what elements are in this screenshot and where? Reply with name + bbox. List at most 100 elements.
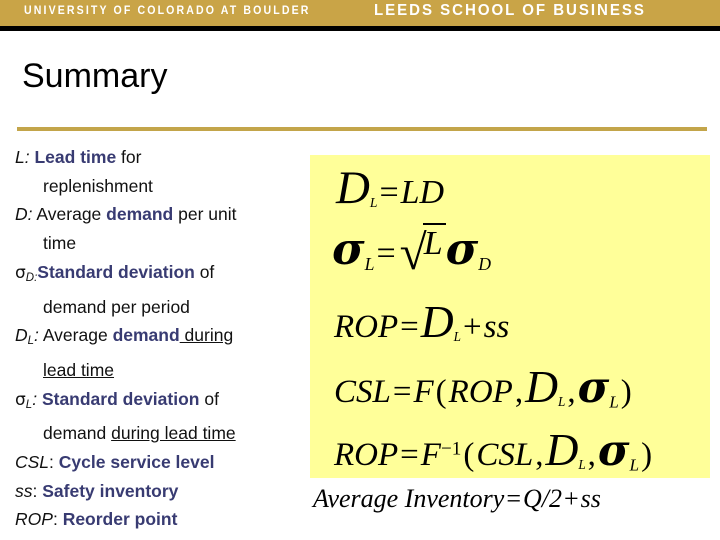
definition-colon: : xyxy=(32,480,38,501)
definition-underlined-text: during lead time xyxy=(111,423,236,444)
formula-var: D xyxy=(525,361,558,412)
definition-item-sigma-d-cont: demand per period xyxy=(15,293,315,322)
definition-item-ss: ss: Safety inventory xyxy=(15,477,315,506)
title-divider-rule xyxy=(17,127,707,131)
formula-reorder-point-inverse: ROP=F−1(CSL,DL,σL) xyxy=(334,423,654,476)
definition-keyword: Cycle service level xyxy=(58,452,215,473)
definition-symbol: L xyxy=(15,147,25,167)
definition-item-csl: CSL: Cycle service level xyxy=(15,448,315,477)
formula-sigma: σ xyxy=(597,426,630,476)
definition-text: demand per period xyxy=(43,296,190,317)
formula-function: F xyxy=(420,437,441,473)
definition-symbol: CSL xyxy=(15,452,50,473)
formula-comma: , xyxy=(535,437,544,473)
definition-item-demand-cont: time xyxy=(15,229,315,258)
definition-underlined-text: during xyxy=(179,325,234,346)
formula-reorder-point: ROP=DL+ss xyxy=(334,295,509,348)
definition-item-demand: D: Average demand per unit xyxy=(15,200,315,229)
formula-subscript: L xyxy=(453,328,462,344)
formula-equals: = xyxy=(400,309,419,345)
formula-sigma-lead-time: σL=√LσD xyxy=(332,222,491,281)
formula-panel: DL=LD σL=√LσD ROP=DL+ss CSL=F(ROP,DL,σL)… xyxy=(310,155,710,478)
definition-item-lead-time: L: Lead time for xyxy=(15,143,315,172)
definition-text: per unit xyxy=(173,204,237,225)
radicand: L xyxy=(422,222,446,263)
definition-text: demand xyxy=(43,423,112,444)
definition-keyword: demand xyxy=(106,204,174,225)
formula-plus: + xyxy=(463,309,482,345)
definition-text: replenishment xyxy=(43,175,153,196)
formula-arg: ROP xyxy=(448,374,513,410)
definition-item-sigma-l: σL: Standard deviation of xyxy=(15,385,315,420)
formula-sigma: σ xyxy=(577,363,610,413)
sigma-symbol: σ xyxy=(15,262,26,283)
formula-comma: , xyxy=(587,437,596,473)
formula-tail: ss xyxy=(483,309,510,345)
formula-arg: CSL xyxy=(476,437,534,473)
formula-equals: = xyxy=(506,484,521,513)
definition-symbol: D xyxy=(15,325,28,346)
definition-item-demand-lead: DL: Average demand during xyxy=(15,321,315,356)
definition-subscript: D xyxy=(25,271,35,284)
definition-colon: : xyxy=(24,147,30,167)
formula-open-paren: ( xyxy=(463,437,475,473)
formula-subscript: L xyxy=(609,392,619,412)
formula-lhs: CSL xyxy=(334,374,391,410)
definition-colon: : xyxy=(49,452,54,473)
formula-equals: = xyxy=(379,174,399,211)
sigma-symbol: σ xyxy=(15,389,26,410)
formula-cycle-service-level: CSL=F(ROP,DL,σL) xyxy=(334,360,634,413)
formula-function: F xyxy=(413,374,434,410)
definition-list: L: Lead time for replenishment D: Averag… xyxy=(15,143,315,534)
formula-tail: ss xyxy=(580,484,601,513)
definition-symbol: ROP xyxy=(15,509,53,530)
formula-rhs: LD xyxy=(400,174,445,211)
formula-close-paren: ) xyxy=(620,374,632,410)
banner-university-text: UNIVERSITY OF COLORADO AT BOULDER xyxy=(24,5,311,17)
formula-subscript: D xyxy=(478,253,491,274)
definition-keyword: Standard deviation xyxy=(37,261,195,282)
definition-symbol: D xyxy=(15,204,28,225)
formula-sigma: σ xyxy=(445,223,479,275)
definition-keyword: Safety inventory xyxy=(42,480,179,501)
definition-symbol: ss xyxy=(15,480,33,501)
definition-underlined-text: lead time xyxy=(43,359,115,380)
formula-var: D xyxy=(336,162,370,214)
definition-text: of xyxy=(194,261,215,282)
formula-equals: = xyxy=(376,235,396,272)
formula-lhs: ROP xyxy=(334,437,399,473)
formula-subscript: L xyxy=(364,253,375,274)
formula-exponent: −1 xyxy=(440,438,462,460)
formula-sigma: σ xyxy=(332,223,365,275)
formula-comma: , xyxy=(567,374,576,410)
formula-average-inventory: Average Inventory=Q/2+ss xyxy=(313,484,601,514)
page-title: Summary xyxy=(22,57,168,95)
square-root-icon: √L xyxy=(398,222,446,281)
definition-colon: : xyxy=(34,325,39,346)
definition-text: of xyxy=(199,388,219,409)
definition-text: Average xyxy=(36,204,107,225)
formula-subscript: L xyxy=(629,455,640,475)
formula-demand-lead-time: DL=LD xyxy=(336,161,444,215)
banner-school-text: LEEDS SCHOOL OF BUSINESS xyxy=(374,2,646,19)
definition-colon: : xyxy=(32,388,38,409)
formula-plus: + xyxy=(563,484,579,513)
definition-item-rop: ROP: Reorder point xyxy=(15,505,315,534)
formula-label: Average Inventory xyxy=(313,484,505,513)
definition-keyword: Lead time xyxy=(34,147,117,167)
banner-underline xyxy=(0,26,720,31)
formula-equals: = xyxy=(392,374,412,410)
definition-item-lead-time-cont: replenishment xyxy=(15,172,315,201)
formula-open-paren: ( xyxy=(435,374,447,410)
definition-colon: : xyxy=(27,204,33,225)
definition-text: for xyxy=(116,147,142,167)
definition-keyword: Standard deviation xyxy=(41,388,200,409)
formula-equals: = xyxy=(400,437,419,473)
definition-keyword: demand xyxy=(112,325,180,346)
formula-lhs: ROP xyxy=(334,309,399,345)
definition-item-demand-lead-cont: lead time xyxy=(15,356,315,385)
definition-text: Average xyxy=(42,325,113,346)
formula-rhs: Q/2 xyxy=(522,484,562,513)
formula-var: D xyxy=(420,296,454,347)
formula-var: D xyxy=(545,424,579,475)
